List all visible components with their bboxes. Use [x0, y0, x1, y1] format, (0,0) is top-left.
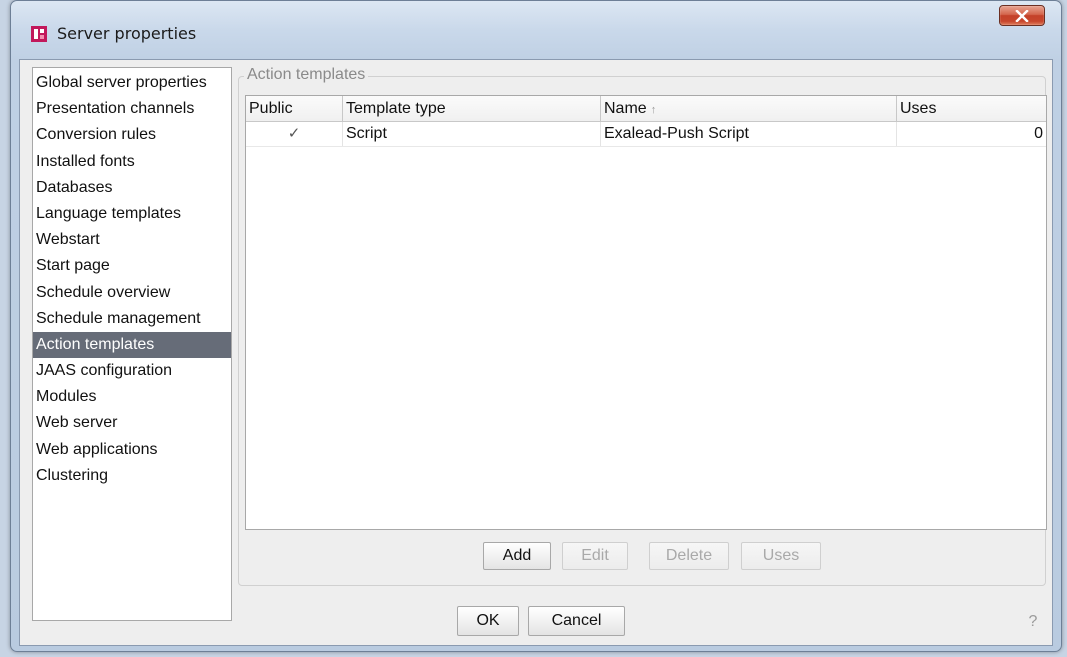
close-icon	[1015, 9, 1029, 22]
action-templates-table: Public Template type Name ↑ Uses ✓ Script…	[245, 95, 1047, 530]
sort-ascending-icon: ↑	[650, 104, 657, 116]
template-type-cell: Script	[343, 122, 601, 146]
sidebar-item-language-templates[interactable]: Language templates	[33, 201, 231, 227]
delete-button[interactable]: Delete	[649, 542, 729, 570]
sidebar-item-web-applications[interactable]: Web applications	[33, 437, 231, 463]
server-properties-dialog: Server properties Global server properti…	[10, 0, 1062, 652]
name-cell: Exalead-Push Script	[601, 122, 897, 146]
table-row[interactable]: ✓ Script Exalead-Push Script 0	[246, 122, 1046, 147]
cancel-button[interactable]: Cancel	[528, 606, 625, 636]
sidebar-item-global-server-properties[interactable]: Global server properties	[33, 70, 231, 96]
sidebar-item-installed-fonts[interactable]: Installed fonts	[33, 149, 231, 175]
title-bar[interactable]: Server properties	[11, 1, 1061, 59]
dialog-content: Global server properties Presentation cha…	[19, 59, 1053, 646]
sidebar-item-web-server[interactable]: Web server	[33, 410, 231, 436]
close-button[interactable]	[999, 5, 1045, 26]
sidebar-item-schedule-overview[interactable]: Schedule overview	[33, 280, 231, 306]
sidebar-item-webstart[interactable]: Webstart	[33, 227, 231, 253]
column-header-name[interactable]: Name ↑	[601, 96, 897, 121]
settings-nav-list: Global server properties Presentation cha…	[32, 67, 232, 621]
window-title: Server properties	[57, 24, 197, 43]
column-header-name-label: Name	[604, 100, 647, 117]
edit-button[interactable]: Edit	[562, 542, 628, 570]
table-header: Public Template type Name ↑ Uses	[246, 96, 1046, 122]
sidebar-item-presentation-channels[interactable]: Presentation channels	[33, 96, 231, 122]
app-logo-icon	[31, 26, 47, 42]
column-header-template-type[interactable]: Template type	[343, 96, 601, 121]
uses-cell: 0	[1034, 125, 1043, 142]
sidebar-item-action-templates[interactable]: Action templates	[33, 331, 231, 359]
public-checkbox-check-icon[interactable]: ✓	[288, 122, 301, 146]
sidebar-item-start-page[interactable]: Start page	[33, 253, 231, 279]
sidebar-item-clustering[interactable]: Clustering	[33, 463, 231, 489]
uses-button[interactable]: Uses	[741, 542, 821, 570]
help-icon[interactable]: ?	[1023, 612, 1043, 632]
column-header-public[interactable]: Public	[246, 96, 343, 121]
add-button[interactable]: Add	[483, 542, 551, 570]
public-cell[interactable]: ✓	[246, 122, 343, 146]
sidebar-item-schedule-management[interactable]: Schedule management	[33, 306, 231, 332]
group-title: Action templates	[244, 66, 369, 84]
sidebar-item-databases[interactable]: Databases	[33, 175, 231, 201]
ok-button[interactable]: OK	[457, 606, 519, 636]
sidebar-item-conversion-rules[interactable]: Conversion rules	[33, 122, 231, 148]
column-header-uses[interactable]: Uses	[897, 96, 1046, 121]
sidebar-item-modules[interactable]: Modules	[33, 384, 231, 410]
sidebar-item-jaas-configuration[interactable]: JAAS configuration	[33, 358, 231, 384]
